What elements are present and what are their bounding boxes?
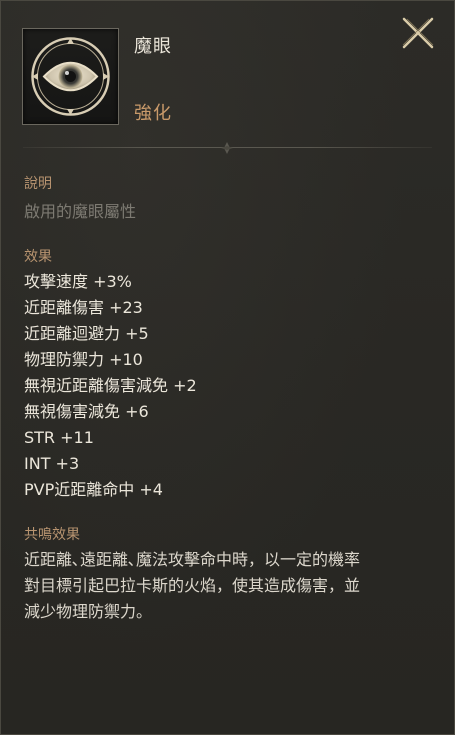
effect-item: 無視近距離傷害減免 +2 (24, 376, 197, 395)
effect-item: PVP近距離命中 +4 (24, 480, 163, 499)
resonance-line: 近距離､遠距離､魔法攻擊命中時，以一定的機率 (24, 550, 361, 569)
effect-item: INT +3 (24, 454, 80, 473)
effect-item: 攻擊速度 +3% (24, 272, 132, 291)
header-divider (23, 142, 432, 154)
eye-icon (31, 37, 110, 116)
resonance-text: 近距離､遠距離､魔法攻擊命中時，以一定的機率 對目標引起巴拉卡斯的火焰，使其造成… (24, 547, 444, 625)
resonance-line: 對目標引起巴拉卡斯的火焰，使其造成傷害，並 (24, 576, 361, 595)
close-button[interactable] (400, 15, 436, 51)
effects-label: 效果 (24, 249, 52, 265)
effect-item: 無視傷害減免 +6 (24, 402, 149, 421)
effect-item: 近距離迴避力 +5 (24, 324, 149, 343)
item-tooltip-panel: 魔眼 強化 說明 啟用的魔眼屬性 效果 攻擊速度 +3% 近距離傷害 +23 近… (0, 0, 455, 735)
item-name: 魔眼 (134, 36, 172, 57)
effect-item: 物理防禦力 +10 (24, 350, 143, 369)
item-grade: 強化 (134, 103, 172, 124)
effects-list: 攻擊速度 +3% 近距離傷害 +23 近距離迴避力 +5 物理防禦力 +10 無… (24, 269, 197, 503)
item-icon-frame (22, 28, 119, 125)
effect-item: 近距離傷害 +23 (24, 298, 143, 317)
divider-ornament-icon (221, 142, 233, 154)
description-label: 說明 (24, 176, 52, 192)
description-text: 啟用的魔眼屬性 (24, 202, 137, 221)
effect-item: STR +11 (24, 428, 94, 447)
resonance-line: 減少物理防禦力。 (24, 602, 153, 621)
resonance-label: 共鳴效果 (24, 527, 80, 543)
close-icon[interactable] (400, 15, 436, 51)
